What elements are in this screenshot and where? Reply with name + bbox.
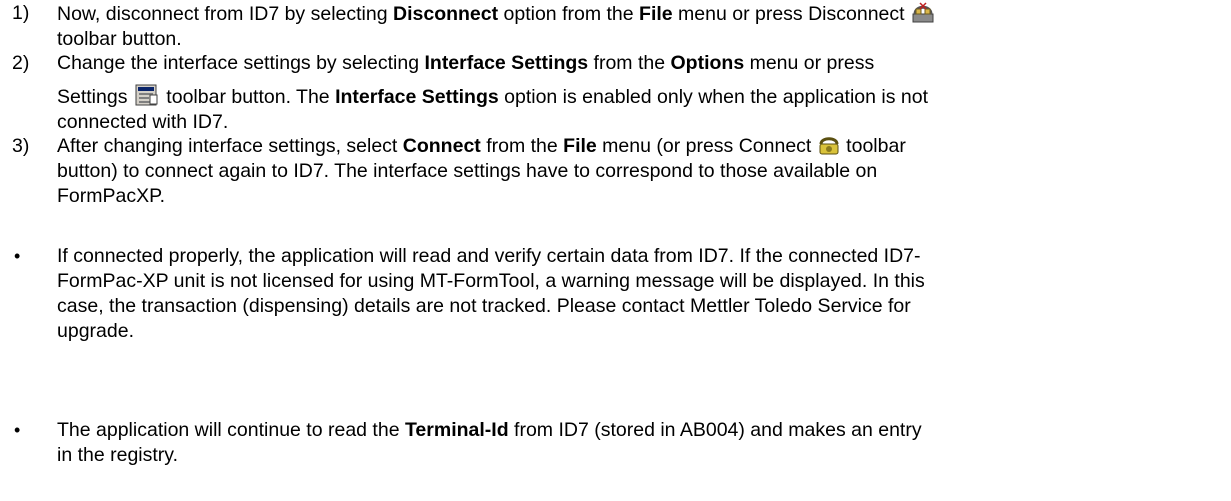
bullet-1-text: If connected properly, the application w… (57, 245, 925, 342)
disconnect-term: Disconnect (393, 3, 499, 25)
interface-settings-term: Interface Settings (424, 52, 589, 74)
step-3-text: After changing interface settings, selec… (57, 135, 906, 207)
step-1-text: Now, disconnect from ID7 by selecting Di… (57, 1, 1223, 52)
file-menu-term-2: File (563, 135, 597, 157)
bullet-2-marker: • (14, 420, 21, 440)
step-2-number: 2) (12, 52, 30, 74)
file-menu-term: File (639, 3, 673, 25)
options-menu-term: Options (670, 52, 745, 74)
connect-toolbar-icon (819, 135, 839, 155)
terminal-id-term: Terminal-Id (404, 419, 509, 441)
disconnect-toolbar-icon (912, 1, 934, 23)
bullet-2-text: The application will continue to read th… (57, 419, 922, 466)
bullet-1-marker: • (14, 246, 21, 266)
step-1-number: 1) (12, 2, 30, 24)
settings-toolbar-icon (135, 84, 159, 106)
step-2-text: Change the interface settings by selecti… (57, 52, 929, 133)
connect-term: Connect (402, 135, 481, 157)
step-3-number: 3) (12, 135, 30, 157)
interface-settings-term-2: Interface Settings (335, 86, 499, 108)
